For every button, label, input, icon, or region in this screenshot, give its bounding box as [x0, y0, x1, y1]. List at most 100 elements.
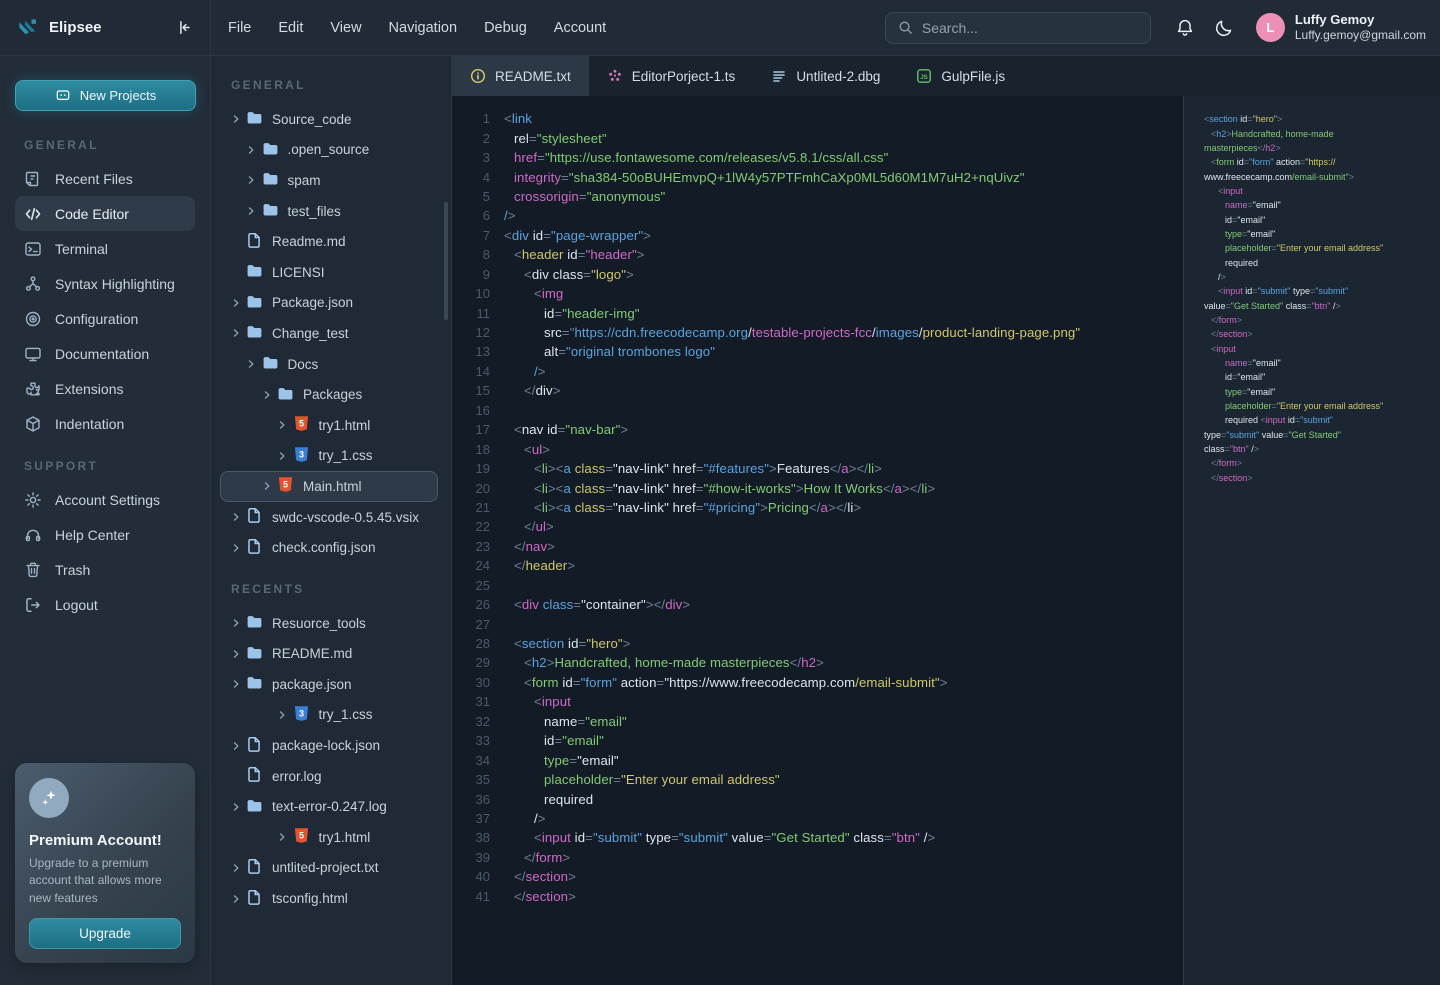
code-line-38[interactable]: 38<input id="submit" type="submit" value…	[452, 828, 1183, 847]
sidebar-item-terminal[interactable]: Terminal	[15, 231, 195, 266]
code-line-19[interactable]: 19<li><a class="nav-link" href="#feature…	[452, 459, 1183, 478]
code-line-11[interactable]: 11id="header-img"	[452, 303, 1183, 322]
tree-item-source-code[interactable]: Source_code	[220, 104, 438, 135]
code-line-34[interactable]: 34type="email"	[452, 750, 1183, 769]
chevron-right-icon[interactable]	[274, 420, 291, 430]
chevron-right-icon[interactable]	[227, 679, 244, 689]
code-line-31[interactable]: 31<input	[452, 692, 1183, 711]
code-line-33[interactable]: 33id="email"	[452, 731, 1183, 750]
code-line-22[interactable]: 22</ul>	[452, 517, 1183, 536]
chevron-right-icon[interactable]	[227, 741, 244, 751]
sidebar-item-indentation[interactable]: Indentation	[15, 406, 195, 441]
tab-readme-txt[interactable]: README.txt	[452, 56, 589, 96]
code-line-2[interactable]: 2rel="stylesheet"	[452, 128, 1183, 147]
code-line-40[interactable]: 40</section>	[452, 867, 1183, 886]
code-line-26[interactable]: 26<div class="container"></div>	[452, 595, 1183, 614]
code-line-5[interactable]: 5crossorigin="anonymous"	[452, 187, 1183, 206]
tree-item-package-lock-json[interactable]: package-lock.json	[220, 730, 438, 761]
code-line-39[interactable]: 39</form>	[452, 848, 1183, 867]
code-line-9[interactable]: 9<div class="logo">	[452, 265, 1183, 284]
tree-item-docs[interactable]: Docs	[220, 349, 438, 380]
chevron-right-icon[interactable]	[227, 802, 244, 812]
tree-scrollbar[interactable]	[444, 202, 448, 320]
sidebar-item-recent-files[interactable]: Recent Files	[15, 161, 195, 196]
sidebar-collapse-button[interactable]	[173, 16, 196, 39]
tree-item-try1-html[interactable]: 5try1.html	[220, 822, 438, 853]
menu-file[interactable]: File	[228, 20, 251, 36]
code-line-23[interactable]: 23</nav>	[452, 537, 1183, 556]
tree-item-readme-md[interactable]: Readme.md	[220, 226, 438, 257]
tree-item-untlited-project-txt[interactable]: untlited-project.txt	[220, 853, 438, 884]
code-line-20[interactable]: 20<li><a class="nav-link" href="#how-it-…	[452, 478, 1183, 497]
code-line-12[interactable]: 12src="https://cdn.freecodecamp.org/test…	[452, 323, 1183, 342]
chevron-right-icon[interactable]	[274, 451, 291, 461]
code-line-7[interactable]: 7<div id="page-wrapper">	[452, 226, 1183, 245]
sidebar-item-syntax-highlighting[interactable]: Syntax Highlighting	[15, 266, 195, 301]
chevron-right-icon[interactable]	[227, 618, 244, 628]
menu-account[interactable]: Account	[554, 20, 606, 36]
new-projects-button[interactable]: New Projects	[15, 80, 196, 111]
chevron-right-icon[interactable]	[227, 649, 244, 659]
tab-editorporject-1-ts[interactable]: EditorPorject-1.ts	[589, 56, 754, 96]
code-line-10[interactable]: 10<img	[452, 284, 1183, 303]
upgrade-button[interactable]: Upgrade	[29, 918, 181, 949]
tree-item-tsconfig-html[interactable]: tsconfig.html	[220, 883, 438, 914]
chevron-right-icon[interactable]	[227, 328, 244, 338]
tree-item-resuorce-tools[interactable]: Resuorce_tools	[220, 608, 438, 639]
chevron-right-icon[interactable]	[227, 114, 244, 124]
code-editor[interactable]: 1<link2rel="stylesheet"3href="https://us…	[452, 96, 1183, 985]
code-line-8[interactable]: 8<header id="header">	[452, 245, 1183, 264]
code-line-37[interactable]: 37/>	[452, 809, 1183, 828]
chevron-right-icon[interactable]	[243, 206, 260, 216]
tree-item-error-log[interactable]: error.log	[220, 761, 438, 792]
tree-item-main-html[interactable]: 5Main.html	[220, 471, 438, 502]
tree-item-try-1-css[interactable]: 3try_1.css	[220, 441, 438, 472]
chevron-right-icon[interactable]	[243, 145, 260, 155]
menu-edit[interactable]: Edit	[278, 20, 303, 36]
code-line-28[interactable]: 28<section id="hero">	[452, 634, 1183, 653]
code-line-18[interactable]: 18<ul>	[452, 439, 1183, 458]
chevron-right-icon[interactable]	[227, 894, 244, 904]
chevron-right-icon[interactable]	[258, 390, 275, 400]
code-line-14[interactable]: 14/>	[452, 362, 1183, 381]
tree-item-packages[interactable]: Packages	[220, 379, 438, 410]
sidebar-item-help-center[interactable]: Help Center	[15, 517, 195, 552]
code-line-25[interactable]: 25	[452, 576, 1183, 595]
tree-item-spam[interactable]: spam	[220, 165, 438, 196]
code-line-17[interactable]: 17<nav id="nav-bar">	[452, 420, 1183, 439]
code-line-29[interactable]: 29<h2>Handcrafted, home-made masterpiece…	[452, 653, 1183, 672]
sidebar-item-extensions[interactable]: Extensions	[15, 371, 195, 406]
code-line-41[interactable]: 41</section>	[452, 887, 1183, 906]
chevron-right-icon[interactable]	[243, 175, 260, 185]
notifications-button[interactable]	[1171, 14, 1199, 42]
sidebar-item-logout[interactable]: Logout	[15, 587, 195, 622]
sidebar-item-configuration[interactable]: Configuration	[15, 301, 195, 336]
tree-item-readme-md[interactable]: README.md	[220, 639, 438, 670]
chevron-right-icon[interactable]	[227, 543, 244, 553]
code-line-30[interactable]: 30<form id="form" action="https://www.fr…	[452, 673, 1183, 692]
tree-item-licensi[interactable]: LICENSI	[220, 257, 438, 288]
code-line-27[interactable]: 27	[452, 614, 1183, 633]
tab-untlited-2-dbg[interactable]: Untlited-2.dbg	[753, 56, 898, 96]
minimap[interactable]: <section id="hero"><h2>Handcrafted, home…	[1183, 96, 1440, 985]
sidebar-item-trash[interactable]: Trash	[15, 552, 195, 587]
code-line-32[interactable]: 32name="email"	[452, 712, 1183, 731]
tree-item-try1-html[interactable]: 5try1.html	[220, 410, 438, 441]
tree-item-text-error-0-247-log[interactable]: text-error-0.247.log	[220, 791, 438, 822]
code-line-35[interactable]: 35placeholder="Enter your email address"	[452, 770, 1183, 789]
tab-gulpfile-js[interactable]: JSGulpFile.js	[898, 56, 1023, 96]
tree-item-package-json[interactable]: package.json	[220, 669, 438, 700]
code-line-15[interactable]: 15</div>	[452, 381, 1183, 400]
sidebar-item-code-editor[interactable]: Code Editor	[15, 196, 195, 231]
chevron-right-icon[interactable]	[227, 512, 244, 522]
chevron-right-icon[interactable]	[258, 481, 275, 491]
user-menu[interactable]: L Luffy Gemoy Luffy.gemoy@gmail.com	[1256, 12, 1426, 43]
tree-item-test-files[interactable]: test_files	[220, 196, 438, 227]
theme-toggle-button[interactable]	[1210, 14, 1238, 42]
menu-view[interactable]: View	[330, 20, 361, 36]
tree-item-change-test[interactable]: Change_test	[220, 318, 438, 349]
tree-item-check-config-json[interactable]: check.config.json	[220, 532, 438, 563]
chevron-right-icon[interactable]	[274, 710, 291, 720]
menu-navigation[interactable]: Navigation	[389, 20, 458, 36]
code-line-1[interactable]: 1<link	[452, 109, 1183, 128]
